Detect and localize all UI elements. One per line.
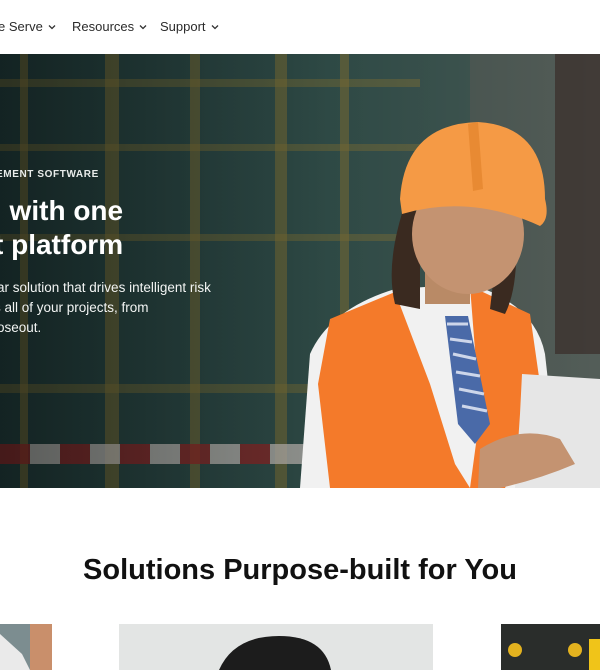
nav-item-support[interactable]: Support — [160, 19, 219, 34]
nav-item-resources[interactable]: Resources — [72, 19, 147, 34]
hero-description-line: loseout. — [0, 320, 42, 335]
nav-item-label: e Serve — [0, 19, 43, 34]
chevron-down-icon — [48, 23, 56, 31]
nav-item-label: Resources — [72, 19, 135, 34]
hero-headline-line: t platform — [0, 229, 124, 260]
solutions-heading: Solutions Purpose-built for You — [83, 554, 517, 586]
solution-card-image[interactable] — [501, 624, 600, 670]
hero-banner: EMENT SOFTWARE l with one t platform lar… — [0, 54, 600, 488]
chevron-down-icon — [139, 23, 147, 31]
hero-description-line: lar solution that drives intelligent ris… — [0, 280, 211, 295]
hero-headline-line: l with one — [0, 195, 124, 226]
solution-card-image[interactable] — [119, 624, 433, 670]
hero-eyebrow: EMENT SOFTWARE — [0, 169, 99, 180]
hero-background-photo — [0, 54, 600, 488]
solution-card-image[interactable] — [0, 624, 52, 670]
hero-description-line: s all of your projects, from — [0, 300, 149, 315]
nav-item-label: Support — [160, 19, 206, 34]
hero-headline: l with one t platform — [0, 194, 123, 262]
chevron-down-icon — [211, 23, 219, 31]
nav-item-who-we-serve[interactable]: e Serve — [0, 19, 56, 34]
top-navigation: e Serve Resources Support — [0, 0, 600, 54]
hero-description: lar solution that drives intelligent ris… — [0, 278, 211, 338]
